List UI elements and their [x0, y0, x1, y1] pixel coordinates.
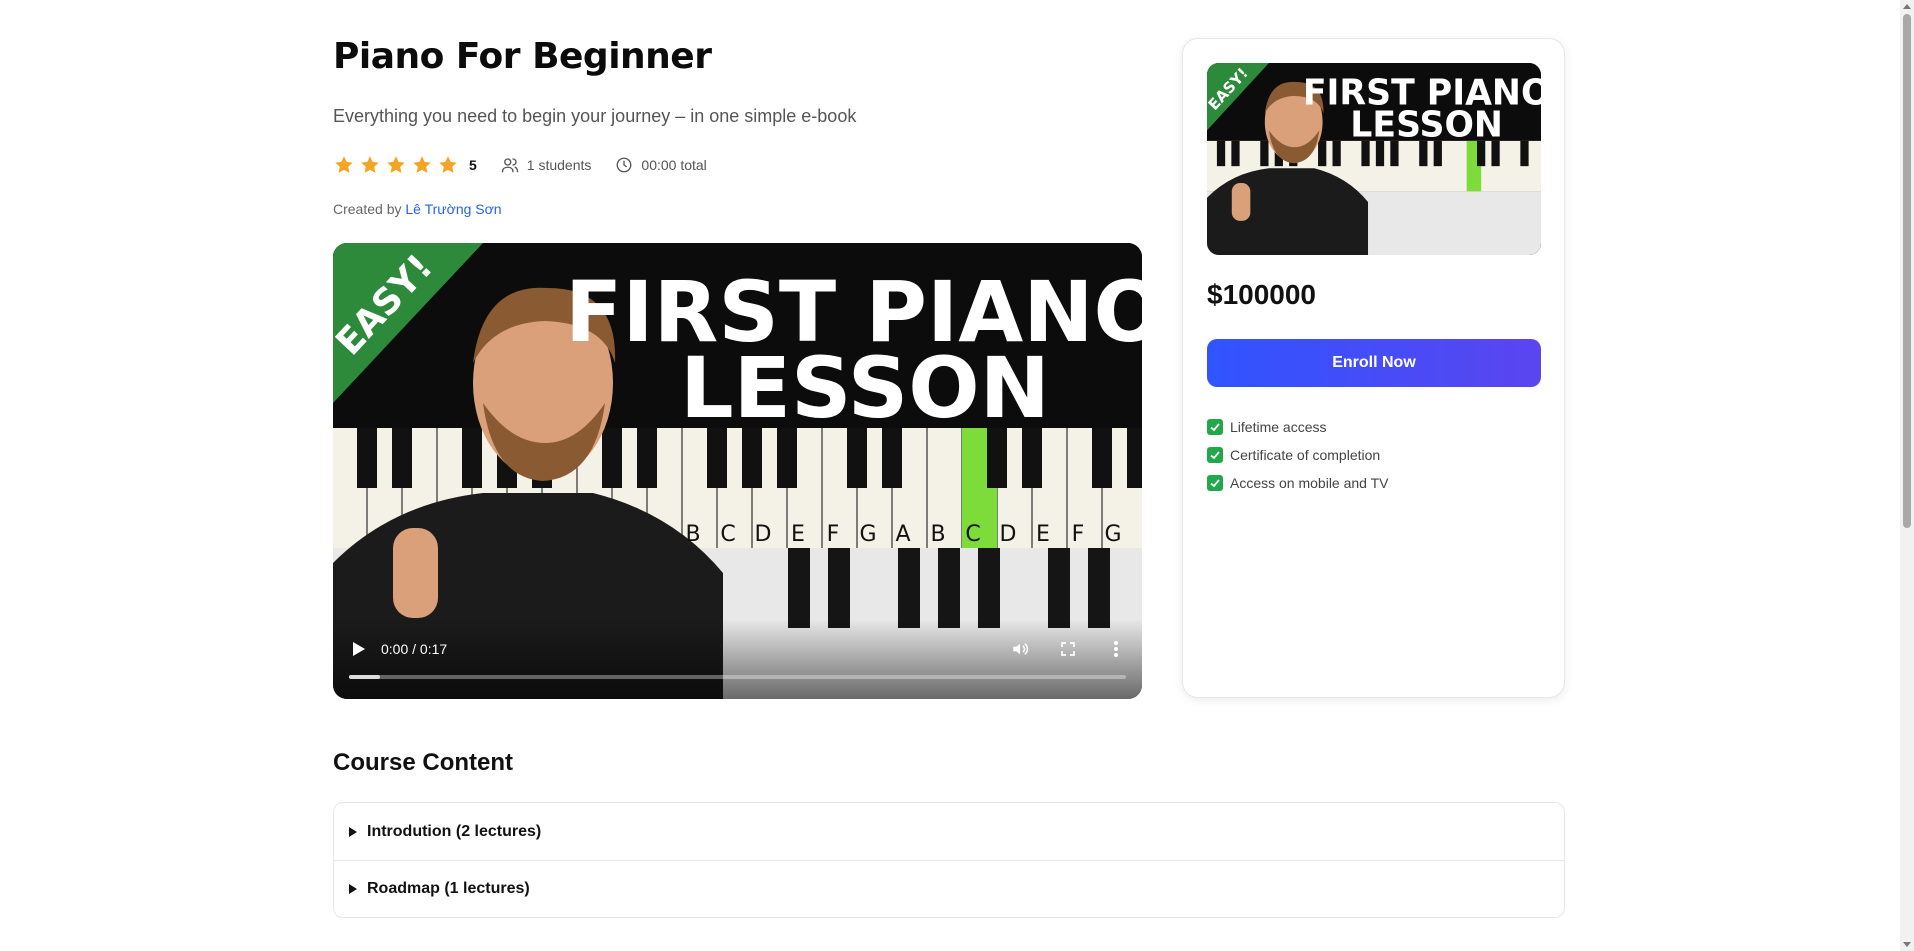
star-icon — [439, 156, 457, 173]
fullscreen-button[interactable] — [1056, 637, 1080, 661]
course-page: Piano For Beginner Everything you need t… — [333, 0, 1565, 951]
feature-label: Certificate of completion — [1230, 447, 1381, 463]
course-content-accordion: Introdution (2 lectures) Roadmap (1 lect… — [333, 802, 1565, 918]
duration-label: 00:00 total — [641, 157, 707, 173]
students-count: 1 students — [501, 156, 592, 174]
students-label: 1 students — [526, 157, 592, 173]
key-label: D — [755, 522, 772, 547]
check-icon — [1207, 447, 1223, 463]
key-label: E — [1036, 522, 1050, 547]
more-options-button[interactable] — [1104, 637, 1128, 661]
thumb-headline-2: LESSON — [680, 339, 1050, 437]
feature-item: Lifetime access — [1207, 413, 1389, 441]
check-icon — [1207, 419, 1223, 435]
key-label: A — [895, 522, 910, 547]
video-progress-fill — [349, 675, 381, 679]
play-icon — [353, 642, 365, 656]
course-duration: 00:00 total — [615, 156, 707, 174]
clock-icon — [616, 157, 632, 173]
section-roadmap[interactable]: Roadmap (1 lectures) — [334, 860, 1564, 917]
rating-value: 5 — [469, 157, 477, 173]
instructor-hand — [393, 528, 438, 618]
check-icon — [1207, 475, 1223, 491]
scroll-up-icon[interactable] — [1903, 4, 1911, 9]
feature-label: Lifetime access — [1230, 419, 1327, 435]
card-thumbnail: FIRST PIANO LESSON EASY! — [1207, 63, 1541, 255]
video-time: 0:00 / 0:17 — [381, 641, 448, 657]
key-label: E — [791, 522, 805, 547]
key-label: F — [1072, 522, 1085, 547]
key-label: F — [827, 522, 840, 547]
author-link[interactable]: Lê Trường Sơn — [405, 201, 501, 217]
key-label: D — [1000, 522, 1017, 547]
star-icon — [361, 156, 379, 173]
created-by: Created by Lê Trường Sơn — [333, 201, 502, 217]
course-price: $100000 — [1207, 279, 1317, 310]
created-by-label: Created by — [333, 201, 402, 217]
scrollbar-thumb[interactable] — [1903, 14, 1911, 528]
upper-black-keys — [357, 428, 1142, 488]
video-player[interactable]: FIRST PIANO LESSON B C D E F G A B C D E… — [333, 243, 1142, 699]
feature-list: Lifetime access Certificate of completio… — [1207, 413, 1389, 497]
key-label: C — [720, 522, 735, 547]
section-label: Introdution (2 lectures) — [367, 822, 542, 840]
caret-right-icon — [349, 826, 357, 837]
fullscreen-icon — [1061, 642, 1075, 656]
purchase-card: FIRST PIANO LESSON EASY! $100000 Enroll … — [1182, 38, 1565, 698]
key-label: G — [859, 522, 876, 547]
card-thumb-headline-2: LESSON — [1350, 104, 1503, 145]
star-icon — [335, 156, 353, 173]
enroll-now-button[interactable]: Enroll Now — [1207, 339, 1541, 387]
key-label: G — [1104, 522, 1121, 547]
lower-black-keys — [788, 548, 1110, 628]
feature-item: Certificate of completion — [1207, 441, 1389, 469]
course-content-title: Course Content — [333, 749, 513, 776]
more-vertical-icon — [1114, 641, 1118, 657]
video-controls-row: 0:00 / 0:17 — [347, 637, 1128, 661]
page-scrollbar[interactable] — [1900, 0, 1914, 951]
section-introduction[interactable]: Introdution (2 lectures) — [334, 803, 1564, 860]
star-icon — [387, 156, 405, 173]
key-label: B — [685, 522, 700, 547]
users-icon — [501, 158, 518, 173]
caret-right-icon — [349, 884, 357, 894]
key-label: C — [965, 522, 980, 547]
course-title: Piano For Beginner — [333, 36, 712, 77]
video-progress-bar[interactable] — [349, 675, 1126, 679]
scroll-down-icon[interactable] — [1903, 942, 1911, 947]
course-subtitle: Everything you need to begin your journe… — [333, 106, 857, 126]
course-meta: 5 1 students 00:00 total — [333, 154, 707, 176]
star-icon — [413, 156, 431, 173]
volume-button[interactable] — [1008, 637, 1032, 661]
card-thumbnail-image: FIRST PIANO LESSON EASY! — [1207, 63, 1541, 255]
key-label: B — [930, 522, 945, 547]
rating-stars — [333, 154, 459, 176]
feature-label: Access on mobile and TV — [1230, 475, 1389, 491]
play-button[interactable] — [347, 637, 371, 661]
section-label: Roadmap (1 lectures) — [367, 880, 530, 897]
video-controls: 0:00 / 0:17 — [333, 619, 1142, 699]
volume-icon — [1013, 643, 1029, 655]
feature-item: Access on mobile and TV — [1207, 469, 1389, 497]
